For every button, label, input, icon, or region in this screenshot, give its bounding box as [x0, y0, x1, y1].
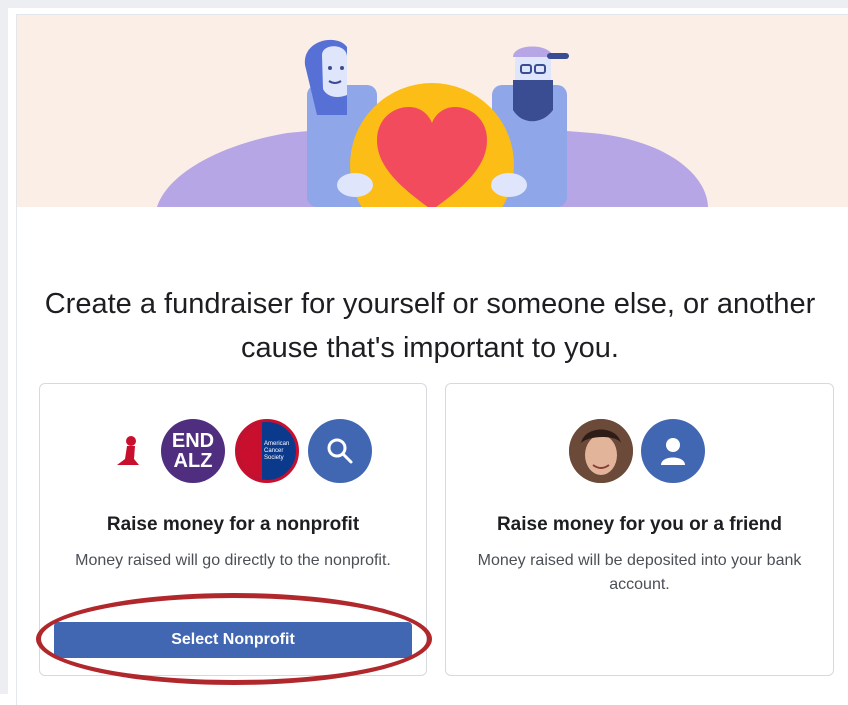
search-icon[interactable] — [308, 419, 372, 483]
st-jude-logo — [97, 419, 161, 483]
personal-card-title: Raise money for you or a friend — [496, 514, 783, 535]
page-heading: Create a fundraiser for yourself or some… — [44, 288, 816, 364]
personal-card[interactable]: Raise money for you or a friend Money ra… — [445, 383, 834, 676]
nonprofit-card-description: Money raised will go directly to the non… — [75, 552, 391, 569]
window-top-border — [0, 0, 848, 8]
personal-card-description: Money raised will be deposited into your… — [477, 552, 802, 593]
select-nonprofit-button[interactable]: Select Nonprofit — [54, 622, 412, 658]
window-left-border — [0, 0, 8, 694]
american-cancer-society-logo: American Cancer Society — [235, 419, 299, 483]
endalz-logo: END ALZ — [161, 419, 225, 483]
person-icon — [641, 419, 705, 483]
hero-illustration — [17, 15, 848, 207]
endalz-line2: ALZ — [173, 450, 213, 472]
endalz-line1: END — [171, 430, 215, 452]
nonprofit-card-title: Raise money for a nonprofit — [106, 514, 360, 535]
user-photo-avatar — [569, 419, 633, 483]
people-holding-heart-illustration — [157, 39, 708, 207]
acs-logo-text: American Cancer Society — [264, 440, 290, 461]
acs-red-band — [238, 422, 262, 480]
